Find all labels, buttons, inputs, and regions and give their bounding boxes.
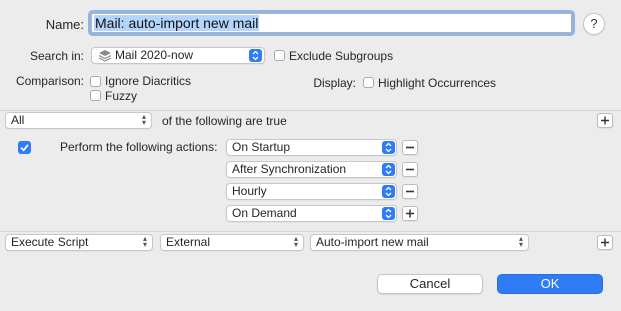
chevron-updown-icon: ▴ ▾ bbox=[293, 234, 298, 249]
comparison-label: Comparison: bbox=[15, 74, 84, 88]
trigger-popup[interactable]: After Synchronization bbox=[226, 161, 397, 178]
display-label: Display: bbox=[313, 76, 356, 90]
script-type-value: External bbox=[166, 235, 211, 249]
chevron-updown-icon bbox=[249, 49, 262, 62]
ignore-diacritics-label[interactable]: Ignore Diacritics bbox=[105, 74, 191, 88]
trigger-value: Hourly bbox=[232, 184, 267, 198]
highlight-checkbox[interactable] bbox=[363, 77, 374, 88]
match-popup[interactable]: All ▴ ▾ bbox=[5, 112, 152, 129]
name-value[interactable]: Mail: auto-import new mail bbox=[94, 15, 260, 31]
chevron-updown-icon bbox=[382, 163, 395, 176]
ignore-diacritics-checkbox[interactable] bbox=[90, 76, 101, 87]
minus-icon bbox=[406, 146, 414, 149]
trigger-value: On Startup bbox=[232, 140, 291, 154]
chevron-updown-icon bbox=[382, 185, 395, 198]
plus-icon bbox=[406, 209, 414, 218]
exclude-subgroups-checkbox[interactable] bbox=[274, 50, 285, 61]
name-label: Name: bbox=[45, 17, 84, 32]
trigger-popup[interactable]: On Demand bbox=[226, 205, 397, 222]
trigger-popup[interactable]: Hourly bbox=[226, 183, 397, 200]
separator bbox=[0, 110, 621, 111]
stack-icon bbox=[98, 50, 112, 62]
fuzzy-checkbox[interactable] bbox=[90, 90, 101, 101]
trigger-value: After Synchronization bbox=[232, 162, 347, 176]
remove-trigger-button[interactable] bbox=[402, 184, 418, 199]
add-action-button[interactable] bbox=[597, 235, 613, 250]
script-value: Auto-import new mail bbox=[316, 235, 429, 249]
chevron-updown-icon bbox=[382, 207, 395, 220]
help-button[interactable]: ? bbox=[583, 13, 605, 35]
highlight-label[interactable]: Highlight Occurrences bbox=[378, 76, 496, 90]
match-value: All bbox=[11, 113, 25, 127]
fuzzy-label[interactable]: Fuzzy bbox=[105, 89, 137, 103]
search-in-value: Mail 2020-now bbox=[115, 48, 194, 62]
add-criteria-button[interactable] bbox=[597, 113, 613, 128]
checkmark-icon bbox=[20, 144, 29, 152]
criteria-suffix: of the following are true bbox=[162, 114, 287, 128]
chevron-updown-icon: ▴ ▾ bbox=[141, 112, 146, 127]
chevron-updown-icon: ▴ ▾ bbox=[142, 234, 147, 249]
search-in-label: Search in: bbox=[29, 49, 84, 63]
add-trigger-button[interactable] bbox=[402, 206, 418, 221]
trigger-value: On Demand bbox=[232, 206, 297, 220]
separator bbox=[0, 231, 621, 232]
chevron-updown-icon bbox=[382, 141, 395, 154]
script-type-popup[interactable]: External ▴ ▾ bbox=[160, 234, 304, 251]
chevron-updown-icon: ▴ ▾ bbox=[518, 234, 523, 249]
action-type-popup[interactable]: Execute Script ▴ ▾ bbox=[5, 234, 153, 251]
perform-actions-checkbox[interactable] bbox=[18, 141, 31, 154]
cancel-button[interactable]: Cancel bbox=[377, 274, 483, 294]
search-in-popup[interactable]: Mail 2020-now bbox=[91, 47, 265, 64]
action-type-value: Execute Script bbox=[11, 235, 89, 249]
exclude-subgroups-label[interactable]: Exclude Subgroups bbox=[289, 49, 393, 63]
perform-actions-label: Perform the following actions: bbox=[60, 140, 218, 154]
minus-icon bbox=[406, 168, 414, 171]
minus-icon bbox=[406, 190, 414, 193]
script-popup[interactable]: Auto-import new mail ▴ ▾ bbox=[310, 234, 529, 251]
remove-trigger-button[interactable] bbox=[402, 140, 418, 155]
remove-trigger-button[interactable] bbox=[402, 162, 418, 177]
plus-icon bbox=[601, 238, 609, 247]
ok-button[interactable]: OK bbox=[497, 274, 603, 294]
trigger-popup[interactable]: On Startup bbox=[226, 139, 397, 156]
plus-icon bbox=[601, 116, 609, 125]
name-field[interactable]: Mail: auto-import new mail bbox=[91, 13, 572, 33]
